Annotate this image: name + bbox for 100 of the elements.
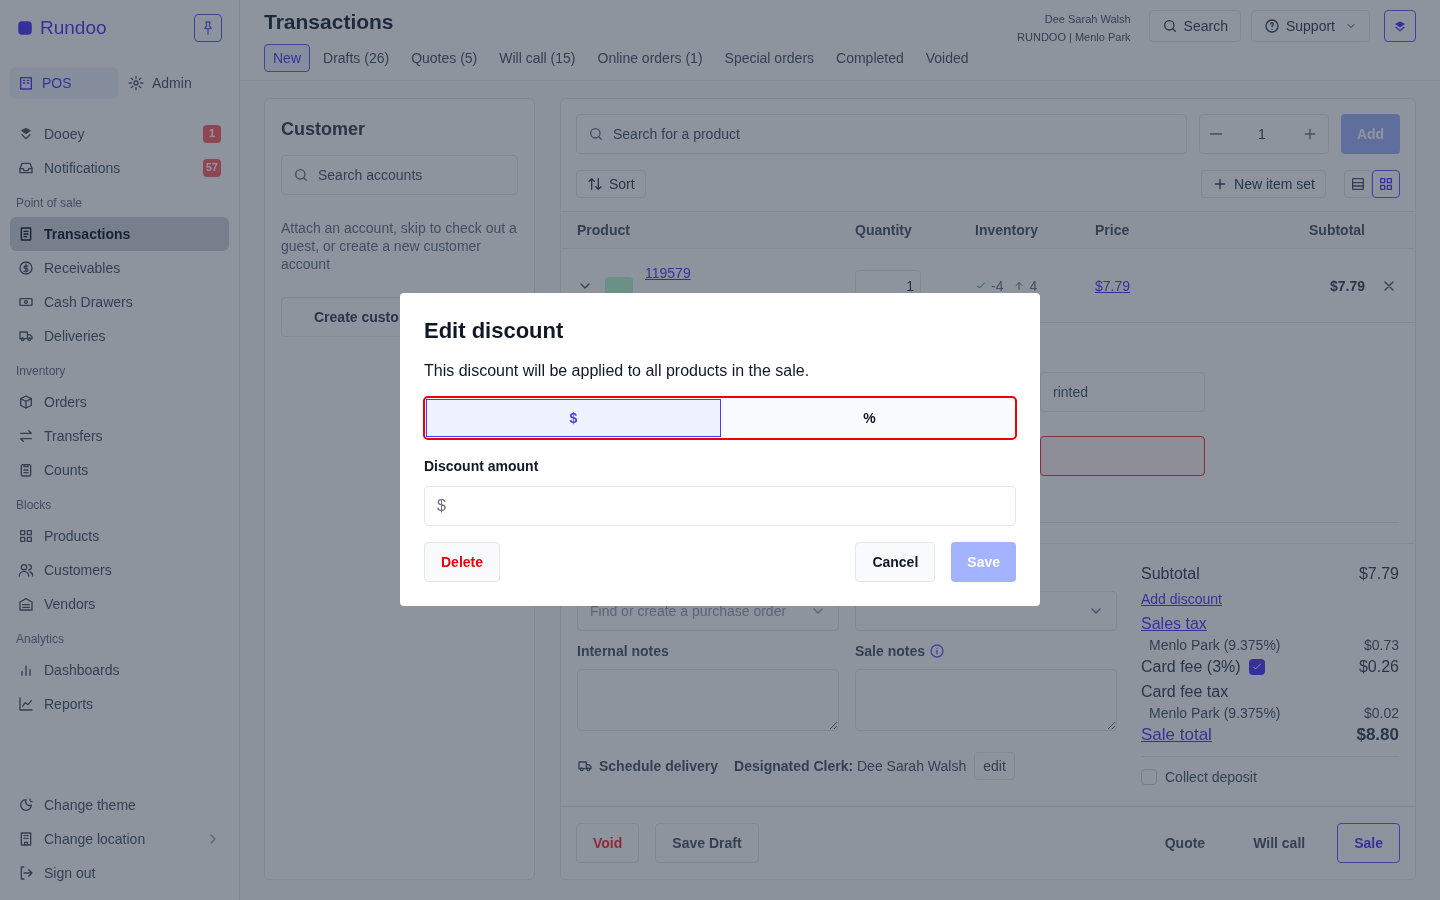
dialog-text: This discount will be applied to all products in the sale. [424, 361, 811, 381]
sidebar-item[interactable]: Change theme [10, 788, 229, 822]
sidebar-item[interactable]: Sign out [10, 856, 229, 890]
discount-type-segment[interactable]: % [723, 397, 1016, 439]
sidebar-item[interactable]: Notifications 57 [10, 150, 229, 185]
sidebar-item[interactable]: Counts [10, 452, 229, 487]
help-circle-icon [1263, 18, 1280, 34]
quantity-stepper[interactable]: 1 [1199, 114, 1329, 154]
mode-tab[interactable]: Admin [120, 66, 228, 99]
search-field[interactable]: Search accounts [281, 155, 518, 195]
line-chart-icon [18, 695, 34, 712]
plus-icon [1302, 126, 1318, 142]
checkbox[interactable] [1248, 659, 1265, 675]
warehouse-icon [18, 595, 34, 612]
building-icon [18, 74, 34, 91]
sidebar-item[interactable]: Dooey 1 [10, 116, 229, 151]
transaction-tab[interactable]: New [264, 44, 310, 72]
logo-mark-icon [18, 125, 34, 142]
delete-button[interactable]: Delete [424, 542, 501, 582]
sale-total-link[interactable]: Sale total [1141, 722, 1212, 748]
designated-clerk: Designated Clerk: Dee Sarah Walsh [734, 757, 967, 776]
product-search-field[interactable]: Search for a product [576, 114, 1187, 154]
box-icon [18, 393, 34, 410]
users-icon [18, 561, 34, 578]
tax-label: Menlo Park (9.375%) [1149, 636, 1281, 654]
sidebar-item[interactable]: Change location [10, 822, 229, 856]
summary-label: Card fee tax [1141, 682, 1229, 702]
sidebar-item[interactable]: Reports [10, 686, 229, 721]
search-icon [293, 167, 309, 183]
count-badge: 57 [202, 158, 221, 177]
schedule-delivery-link[interactable]: Schedule delivery [577, 756, 719, 776]
transaction-tab[interactable]: Special orders [715, 44, 824, 72]
search-icon [1161, 18, 1178, 34]
logo-text: Rundoo [40, 16, 107, 40]
discount-type-segment[interactable]: $ [426, 399, 721, 437]
column-header: Subtotal [1308, 221, 1365, 240]
sidebar-item[interactable]: Receivables [10, 250, 229, 285]
arrow-up-icon [1013, 279, 1026, 292]
product-link[interactable]: 119579 [645, 264, 691, 281]
grid-view-icon [1378, 176, 1394, 192]
transaction-tab[interactable]: Online orders (1) [588, 44, 712, 72]
quantity-value: 1 [1258, 125, 1266, 144]
stock-count: -4 [991, 276, 1004, 296]
discount-amount-field[interactable]: $ [424, 486, 1016, 526]
field-label: Sale notes [855, 642, 926, 661]
sidebar-item[interactable]: Orders [10, 384, 229, 419]
store-location: RUNDOO | Menlo Park [1017, 30, 1131, 45]
sale-notes-field[interactable] [855, 669, 1117, 731]
column-header: Price [1095, 221, 1131, 240]
card-title: Customer [281, 118, 366, 141]
arrows-icon [18, 427, 34, 444]
field-label: Internal notes [577, 642, 670, 661]
cancel-button[interactable]: Cancel [855, 542, 936, 582]
void-button[interactable]: Void [576, 823, 640, 863]
list-view-icon [1350, 176, 1366, 192]
new-item-set-button[interactable]: New item set [1201, 170, 1326, 198]
internal-notes-field[interactable] [577, 669, 839, 731]
sales-tax-link[interactable]: Sales tax [1141, 615, 1207, 632]
section-title: Inventory [15, 362, 67, 380]
edit-button[interactable]: edit [974, 752, 1015, 780]
help-text: Attach an account, skip to check out a guest, or create a new customer account [281, 219, 518, 273]
grid-icon [18, 527, 34, 544]
price-link[interactable]: $7.79 [1095, 277, 1131, 294]
incoming-count: 4 [1029, 276, 1038, 296]
mode-tab[interactable]: POS [10, 66, 118, 99]
sidebar-item[interactable]: Deliveries [10, 318, 229, 353]
amount: $0.26 [1358, 657, 1399, 677]
column-header: Inventory [975, 221, 1039, 240]
transaction-tab[interactable]: Completed [827, 44, 913, 72]
currency-prefix: $ [437, 496, 446, 516]
view-toggle[interactable] [1372, 170, 1400, 198]
transaction-tab[interactable]: Will call (15) [490, 44, 585, 72]
quote-button[interactable]: Quote [1148, 823, 1222, 863]
summary-label: Card fee (3%) [1141, 657, 1241, 677]
transaction-tab[interactable]: Voided [916, 44, 978, 72]
column-header: Quantity [855, 221, 913, 240]
sidebar-item[interactable]: Products [10, 518, 229, 553]
sidebar-item[interactable]: Transactions [10, 216, 229, 251]
total-amount: $8.80 [1356, 724, 1399, 746]
add-discount-link[interactable]: Add discount [1141, 591, 1222, 607]
sidebar-item[interactable]: Cash Drawers [10, 284, 229, 319]
support-button[interactable]: Support [1250, 10, 1370, 42]
section-title: Point of sale [15, 194, 84, 212]
transaction-tab[interactable]: Quotes (5) [402, 44, 487, 72]
building-icon [18, 831, 34, 847]
assistant-button[interactable] [1384, 10, 1416, 42]
will-call-button[interactable]: Will call [1237, 823, 1322, 863]
sun-moon-icon [18, 797, 34, 813]
detail-field[interactable] [1040, 436, 1205, 476]
sidebar-item[interactable]: Vendors [10, 586, 229, 621]
transaction-tab[interactable]: Drafts (26) [314, 44, 399, 72]
sidebar-item[interactable]: Dashboards [10, 652, 229, 687]
pin-button[interactable] [194, 14, 222, 43]
save-draft-button[interactable]: Save Draft [655, 823, 759, 863]
search-button[interactable]: Search [1148, 10, 1241, 42]
tax-label: Menlo Park (9.375%) [1149, 704, 1281, 722]
sort-button[interactable]: Sort [576, 170, 646, 198]
sidebar-item[interactable]: Transfers [10, 418, 229, 453]
sale-button[interactable]: Sale [1337, 823, 1400, 863]
sidebar-item[interactable]: Customers [10, 552, 229, 587]
